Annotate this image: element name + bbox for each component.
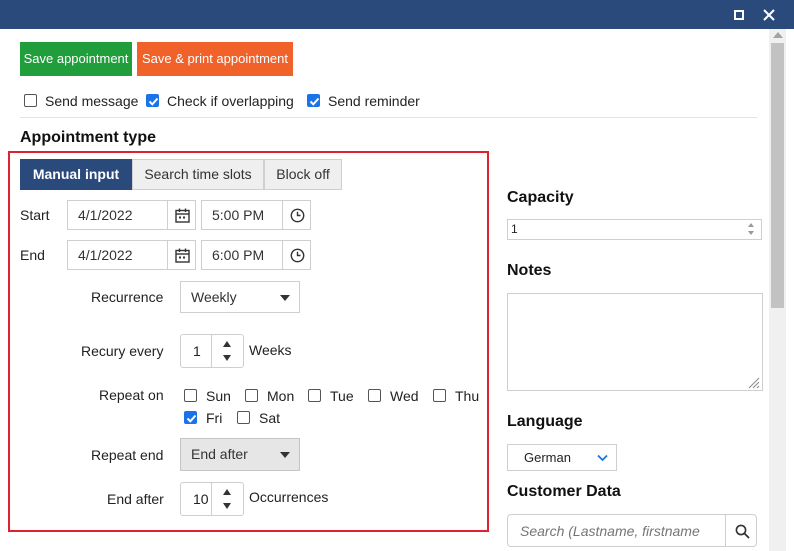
search-button[interactable] (725, 514, 757, 547)
save-print-appointment-button[interactable]: Save & print appointment (137, 42, 293, 76)
check-overlapping-checkbox[interactable] (146, 94, 159, 107)
clock-icon[interactable] (282, 200, 311, 230)
day-mon-label: Mon (267, 388, 295, 404)
repeat-end-value: End after (191, 446, 248, 462)
customer-data-title: Customer Data (507, 483, 621, 500)
repeat-on-label: Repeat on (99, 387, 164, 403)
dropdown-caret-icon (280, 452, 290, 458)
dropdown-caret-icon (280, 295, 290, 301)
day-sun-label: Sun (206, 388, 231, 404)
notes-textarea[interactable] (507, 293, 763, 391)
day-wed-label: Wed (390, 388, 419, 404)
calendar-icon[interactable] (167, 240, 196, 270)
repeat-end-select[interactable]: End after (180, 438, 300, 471)
increment-arrow-icon[interactable] (223, 489, 231, 495)
tab-block-off[interactable]: Block off (264, 159, 342, 190)
start-label: Start (20, 207, 50, 223)
clock-icon[interactable] (282, 240, 311, 270)
day-tue-checkbox[interactable] (308, 389, 321, 402)
language-select[interactable]: German (507, 444, 617, 471)
end-after-stepper[interactable]: 10 (180, 482, 244, 516)
repeat-end-label: Repeat end (91, 447, 164, 463)
calendar-icon[interactable] (167, 200, 196, 230)
window-titlebar (0, 0, 794, 29)
capacity-title: Capacity (507, 189, 574, 206)
capacity-value: 1 (511, 222, 518, 236)
send-message-checkbox[interactable] (24, 94, 37, 107)
end-after-value: 10 (193, 491, 209, 507)
maximize-icon[interactable] (730, 6, 748, 24)
day-sat-label: Sat (259, 410, 281, 426)
increment-arrow-icon[interactable] (223, 341, 231, 347)
send-message-label: Send message (45, 93, 139, 109)
decrement-arrow-icon[interactable] (223, 503, 231, 509)
day-fri-label: Fri (206, 410, 223, 426)
end-date-input[interactable]: 4/1/2022 (67, 240, 168, 270)
start-time-input[interactable]: 5:00 PM (201, 200, 283, 230)
customer-search-input[interactable] (507, 514, 725, 547)
language-value: German (524, 450, 571, 465)
search-icon (735, 524, 750, 539)
recurrence-label: Recurrence (91, 289, 164, 305)
divider (20, 117, 757, 118)
recur-every-stepper[interactable]: 1 (180, 334, 244, 368)
capacity-input[interactable]: 1 (507, 219, 762, 240)
language-title: Language (507, 413, 583, 430)
save-appointment-button[interactable]: Save appointment (20, 42, 132, 76)
recur-every-value: 1 (193, 343, 201, 359)
send-reminder-label: Send reminder (328, 93, 420, 109)
end-after-unit: Occurrences (249, 489, 329, 505)
tab-manual-input[interactable]: Manual input (20, 159, 132, 190)
recurrence-select[interactable]: Weekly (180, 281, 300, 313)
send-reminder-checkbox[interactable] (307, 94, 320, 107)
notes-title: Notes (507, 262, 552, 279)
close-icon[interactable] (760, 6, 778, 24)
day-sun-checkbox[interactable] (184, 389, 197, 402)
day-sat-checkbox[interactable] (237, 411, 250, 424)
tab-search-time-slots[interactable]: Search time slots (132, 159, 264, 190)
scrollbar-thumb[interactable] (771, 43, 784, 308)
day-thu-label: Thu (455, 388, 480, 404)
recur-every-unit: Weeks (249, 342, 292, 358)
decrement-arrow-icon[interactable] (223, 355, 231, 361)
start-date-input[interactable]: 4/1/2022 (67, 200, 168, 230)
scroll-up-arrow-icon[interactable] (773, 32, 783, 38)
resize-grip-icon[interactable] (746, 375, 760, 389)
day-mon-checkbox[interactable] (245, 389, 258, 402)
recur-every-label: Recury every (81, 343, 164, 359)
check-overlapping-label: Check if overlapping (167, 93, 294, 109)
end-time-input[interactable]: 6:00 PM (201, 240, 283, 270)
appointment-type-title: Appointment type (20, 129, 156, 146)
end-after-label: End after (107, 491, 164, 507)
recurrence-value: Weekly (191, 289, 237, 305)
day-fri-checkbox[interactable] (184, 411, 197, 424)
day-tue-label: Tue (330, 388, 354, 404)
end-label: End (20, 247, 45, 263)
vertical-scrollbar[interactable] (769, 29, 786, 551)
chevron-down-icon (597, 454, 608, 462)
day-thu-checkbox[interactable] (433, 389, 446, 402)
day-wed-checkbox[interactable] (368, 389, 381, 402)
spinner-arrows-icon[interactable] (746, 222, 757, 237)
